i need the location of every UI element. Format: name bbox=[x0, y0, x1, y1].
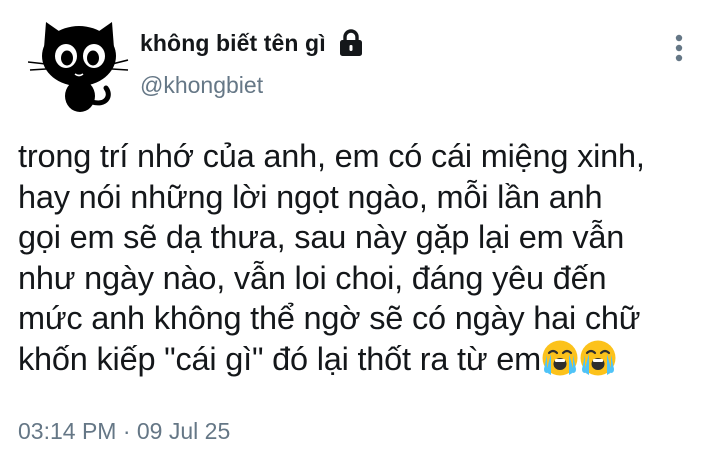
tweet-text-line: mức anh không thể ngờ sẽ có ngày hai chữ bbox=[18, 300, 641, 337]
user-name-row[interactable]: không biết tên gì bbox=[140, 26, 364, 60]
tweet-text-line-last: khốn kiếp "cái gì" đó lại thốt ra từ em bbox=[18, 339, 716, 380]
user-handle[interactable]: @khongbiet bbox=[140, 72, 263, 99]
tweet-text-line: khốn kiếp "cái gì" đó lại thốt ra từ em bbox=[18, 340, 541, 377]
tweet-text: trong trí nhớ của anh, em có cái miệng x… bbox=[18, 136, 716, 380]
avatar[interactable] bbox=[28, 14, 130, 116]
more-options-button[interactable] bbox=[664, 30, 694, 66]
display-name: không biết tên gì bbox=[140, 29, 326, 56]
loudly-crying-face-emoji bbox=[580, 340, 616, 376]
lock-icon bbox=[339, 29, 362, 56]
tweet-card: không biết tên gì @khongbiet trong trí n… bbox=[0, 0, 720, 459]
tweet-text-line: hay nói những lời ngọt ngào, mỗi lần anh bbox=[18, 178, 603, 215]
tweet-text-line: gọi em sẽ dạ thưa, sau này gặp lại em vẫ… bbox=[18, 219, 625, 256]
tweet-text-line: như ngày nào, vẫn loi choi, đáng yêu đến bbox=[18, 259, 607, 296]
black-cat-icon bbox=[28, 22, 129, 112]
more-vertical-icon bbox=[675, 34, 683, 62]
tweet-timestamp[interactable]: 03:14 PM · 09 Jul 25 bbox=[18, 418, 230, 445]
loudly-crying-face-emoji bbox=[542, 340, 578, 376]
tweet-text-line: trong trí nhớ của anh, em có cái miệng x… bbox=[18, 138, 645, 174]
